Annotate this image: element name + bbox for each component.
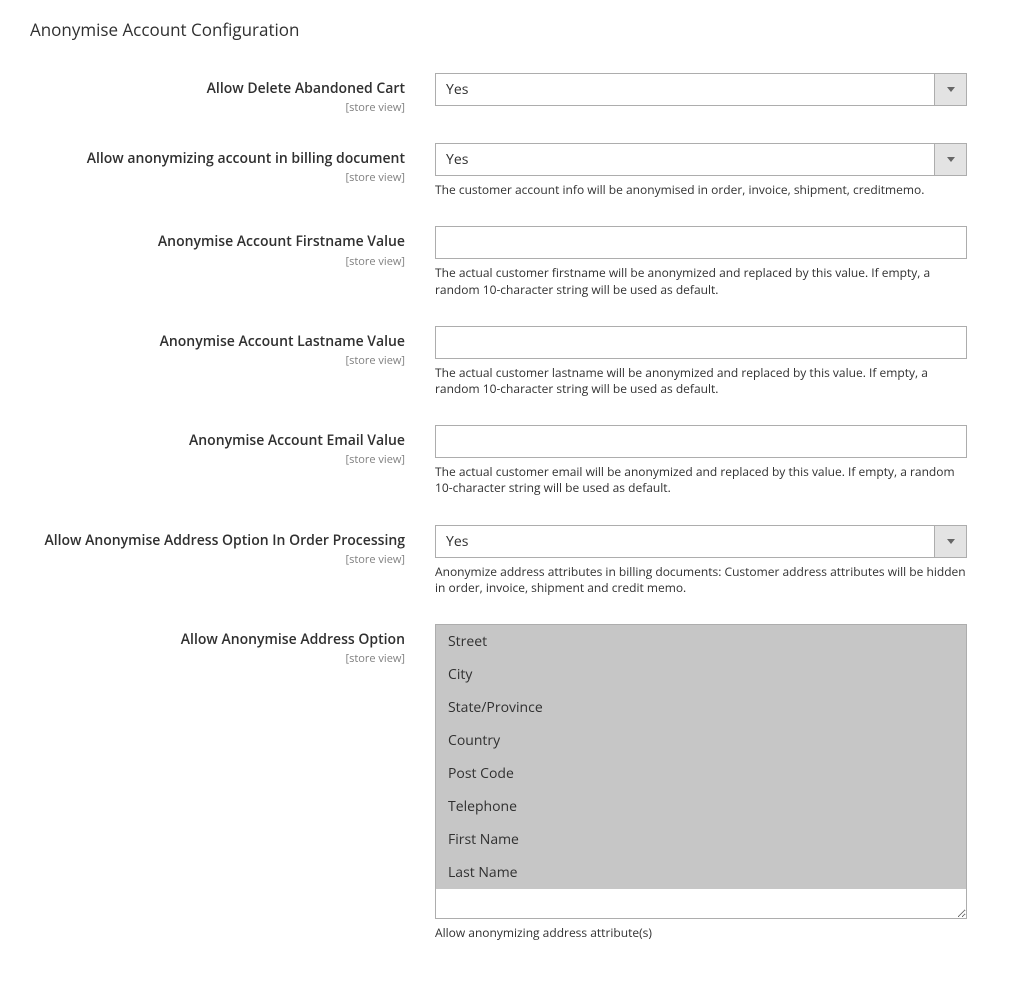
scope-label: [store view] — [30, 651, 405, 666]
scope-label: [store view] — [30, 552, 405, 567]
field-label: Allow anonymizing account in billing doc… — [87, 149, 405, 168]
multiselect-option[interactable]: Last Name — [436, 856, 966, 889]
value-col: The actual customer email will be anonym… — [435, 425, 967, 496]
scope-label: [store view] — [30, 170, 405, 185]
field-row-anon-firstname: Anonymise Account Firstname Value [store… — [30, 226, 995, 297]
label-col: Allow anonymizing account in billing doc… — [30, 143, 435, 185]
label-col: Allow Anonymise Address Option In Order … — [30, 525, 435, 567]
field-label: Anonymise Account Lastname Value — [160, 332, 405, 351]
select-wrapper: Yes — [435, 143, 967, 176]
help-text: The actual customer email will be anonym… — [435, 464, 967, 496]
select-wrapper: Yes — [435, 525, 967, 558]
value-col: Yes The customer account info will be an… — [435, 143, 967, 198]
field-label: Allow Anonymise Address Option — [181, 630, 405, 649]
value-col: Yes Anonymize address attributes in bill… — [435, 525, 967, 596]
help-text: The actual customer lastname will be ano… — [435, 365, 967, 397]
field-row-allow-anon-address-order: Allow Anonymise Address Option In Order … — [30, 525, 995, 596]
multiselect-option[interactable]: Telephone — [436, 790, 966, 823]
section-title: Anonymise Account Configuration — [30, 18, 995, 41]
value-col: StreetCityState/ProvinceCountryPost Code… — [435, 624, 967, 941]
field-row-allow-delete-abandoned-cart: Allow Delete Abandoned Cart [store view]… — [30, 73, 995, 115]
field-label: Anonymise Account Email Value — [189, 431, 405, 450]
field-label: Anonymise Account Firstname Value — [158, 232, 405, 251]
multiselect-option[interactable]: State/Province — [436, 691, 966, 724]
multiselect-option[interactable]: Country — [436, 724, 966, 757]
allow-delete-abandoned-cart-select[interactable]: Yes — [435, 73, 967, 106]
field-row-allow-anon-address-option: Allow Anonymise Address Option [store vi… — [30, 624, 995, 941]
help-text: The actual customer firstname will be an… — [435, 265, 967, 297]
multiselect-option[interactable]: Street — [436, 625, 966, 658]
field-label: Allow Anonymise Address Option In Order … — [44, 531, 405, 550]
value-col: The actual customer lastname will be ano… — [435, 326, 967, 397]
label-col: Allow Delete Abandoned Cart [store view] — [30, 73, 435, 115]
anon-email-input[interactable] — [435, 425, 967, 458]
label-col: Anonymise Account Email Value [store vie… — [30, 425, 435, 467]
scope-label: [store view] — [30, 353, 405, 368]
help-text: Allow anonymizing address attribute(s) — [435, 925, 967, 941]
multiselect-option[interactable]: First Name — [436, 823, 966, 856]
allow-anon-address-order-select[interactable]: Yes — [435, 525, 967, 558]
field-row-anon-email: Anonymise Account Email Value [store vie… — [30, 425, 995, 496]
section-header: Anonymise Account Configuration — [30, 18, 995, 41]
label-col: Anonymise Account Firstname Value [store… — [30, 226, 435, 268]
select-wrapper: Yes — [435, 73, 967, 106]
field-label: Allow Delete Abandoned Cart — [207, 79, 405, 98]
scope-label: [store view] — [30, 452, 405, 467]
value-col: The actual customer firstname will be an… — [435, 226, 967, 297]
scope-label: [store view] — [30, 100, 405, 115]
anon-lastname-input[interactable] — [435, 326, 967, 359]
config-form: Allow Delete Abandoned Cart [store view]… — [30, 73, 995, 941]
allow-anon-address-option-multiselect[interactable]: StreetCityState/ProvinceCountryPost Code… — [435, 624, 967, 919]
multiselect-option[interactable]: Post Code — [436, 757, 966, 790]
value-col: Yes — [435, 73, 967, 106]
help-text: Anonymize address attributes in billing … — [435, 564, 967, 596]
scope-label: [store view] — [30, 254, 405, 269]
help-text: The customer account info will be anonym… — [435, 182, 967, 198]
field-row-anon-lastname: Anonymise Account Lastname Value [store … — [30, 326, 995, 397]
anon-firstname-input[interactable] — [435, 226, 967, 259]
field-row-allow-anon-billing-doc: Allow anonymizing account in billing doc… — [30, 143, 995, 198]
label-col: Anonymise Account Lastname Value [store … — [30, 326, 435, 368]
multiselect-option[interactable]: City — [436, 658, 966, 691]
label-col: Allow Anonymise Address Option [store vi… — [30, 624, 435, 666]
allow-anon-billing-doc-select[interactable]: Yes — [435, 143, 967, 176]
